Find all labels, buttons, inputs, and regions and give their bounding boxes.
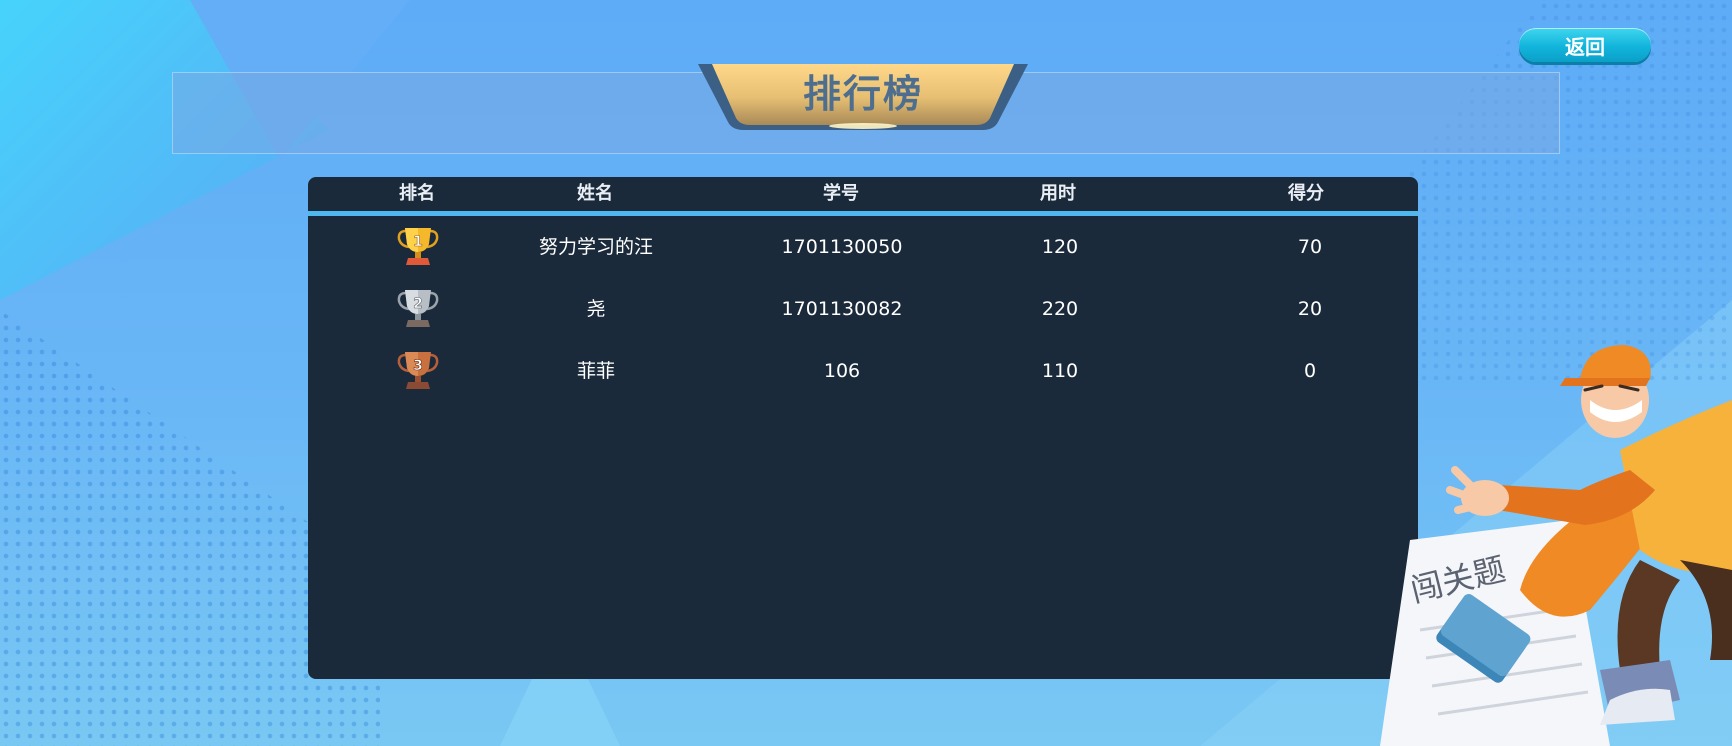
row-time: 110	[1041, 360, 1079, 382]
row-score: 20	[1297, 298, 1323, 320]
row-score: 70	[1297, 236, 1323, 258]
column-header-time: 用时	[1040, 183, 1076, 204]
column-header-student-id: 学号	[823, 183, 859, 204]
table-header: 排名 姓名 学号 用时 得分	[308, 177, 1418, 211]
row-score: 0	[1303, 360, 1317, 382]
trophy-rank-number: 1	[413, 234, 423, 250]
table-row: 1 努力学习的汪 1701130050 120 70	[308, 222, 1418, 272]
gold-trophy-icon: 1	[397, 228, 439, 265]
character-illustration: 闯关题	[1380, 345, 1732, 746]
column-header-rank: 排名	[399, 183, 435, 204]
title-plate: 排行榜	[698, 64, 1028, 132]
row-student-id: 1701130050	[781, 236, 903, 258]
row-name: 尧	[586, 298, 606, 320]
trophy-rank-number: 3	[413, 358, 423, 374]
row-name: 菲菲	[576, 360, 616, 382]
row-name: 努力学习的汪	[538, 236, 654, 258]
leaderboard-table: 排名 姓名 学号 用时 得分 1 努力学习的汪 1701130050 120 7…	[308, 177, 1418, 679]
trophy-rank-number: 2	[413, 296, 423, 312]
column-header-name: 姓名	[577, 183, 613, 204]
row-student-id: 1701130082	[781, 298, 903, 320]
column-header-score: 得分	[1288, 183, 1324, 204]
table-row: 3 菲菲 106 110 0	[308, 346, 1418, 396]
row-time: 120	[1041, 236, 1079, 258]
row-student-id: 106	[823, 360, 861, 382]
page-title: 排行榜	[802, 72, 923, 116]
back-button[interactable]: 返回	[1519, 28, 1651, 62]
header-divider	[308, 211, 1418, 216]
bronze-trophy-icon: 3	[397, 352, 439, 389]
table-row: 2 尧 1701130082 220 20	[308, 284, 1418, 334]
row-time: 220	[1041, 298, 1079, 320]
silver-trophy-icon: 2	[397, 290, 439, 327]
